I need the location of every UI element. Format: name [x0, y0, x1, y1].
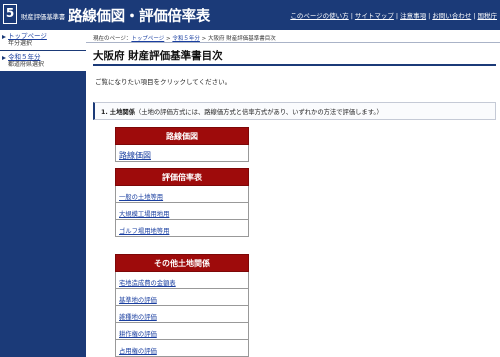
table-header: 評価倍率表	[115, 168, 249, 186]
section-heading-box: 1. 土地関係（土地の評価方式には、路線価方式と倍率方式があり、いずれかの方法で…	[93, 102, 496, 120]
logo-subtitle: 財産評価基準書	[21, 13, 66, 21]
sidebar-item-sub: 都道府県選択	[8, 61, 45, 68]
sidebar: トップページ 年分選択 令和５年分 都道府県選択	[0, 30, 86, 357]
nav-link-notes[interactable]: 注意事項	[400, 12, 426, 20]
section-number: 1.	[101, 109, 108, 116]
bairitsu-table: 評価倍率表 一般の土地等用 大規模工場用地用 ゴルフ場用地等用	[115, 168, 249, 237]
other-land-table: その他土地関係 宅地造成費の金額表 基準地の評価 雑種地の評価 耕作権の評価 占…	[115, 254, 249, 357]
nav-link-nta[interactable]: 国税庁	[478, 12, 498, 20]
bairitsu-general-link[interactable]: 一般の土地等用	[119, 194, 163, 201]
table-row: 耕作権の評価	[115, 323, 249, 340]
table-row: 雑種地の評価	[115, 306, 249, 323]
table-row: 一般の土地等用	[115, 186, 249, 203]
nav-link-contact[interactable]: お問い合わせ	[432, 12, 471, 20]
section-note: （土地の評価方式には、路線価方式と倍率方式があり、いずれかの方法で評価します。）	[134, 109, 383, 116]
bairitsu-golf-link[interactable]: ゴルフ場用地等用	[119, 228, 169, 235]
other-link-zousei[interactable]: 宅地造成費の金額表	[119, 280, 176, 287]
table-row: 宅地造成費の金額表	[115, 272, 249, 289]
rosenka-table: 路線価図 路線価図	[115, 127, 249, 162]
nav-link-sitemap[interactable]: サイトマップ	[355, 12, 394, 20]
table-row: 大規模工場用地用	[115, 203, 249, 220]
site-title[interactable]: 路線価図・評価倍率表	[68, 5, 210, 26]
nav-link-how-to-use[interactable]: このページの使い方	[290, 12, 348, 20]
sidebar-item-label[interactable]: トップページ	[8, 32, 84, 40]
title-divider	[93, 64, 496, 66]
other-link-zasshuchi[interactable]: 雑種地の評価	[119, 314, 157, 321]
bairitsu-factory-link[interactable]: 大規模工場用地用	[119, 211, 169, 218]
sidebar-item-top[interactable]: トップページ 年分選択	[0, 30, 86, 51]
other-link-senyouken[interactable]: 占用権の評価	[119, 348, 157, 355]
table-row: 占用権の評価	[115, 340, 249, 357]
header-nav: このページの使い方 | サイトマップ | 注意事項 | お問い合わせ | 国税庁	[290, 12, 498, 20]
sidebar-item-sub: 年分選択	[8, 40, 33, 47]
sidebar-item-year[interactable]: 令和５年分 都道府県選択	[0, 51, 86, 72]
rosenka-map-link[interactable]: 路線価図	[119, 151, 151, 160]
section-title: 土地関係	[109, 109, 135, 116]
main-content: 現在のページ：トップページ > 令和５年分 > 大阪府 財産評価基準書目次 大阪…	[86, 30, 500, 357]
page-title: 大阪府 財産評価基準書目次	[93, 50, 223, 62]
table-row: 基準地の評価	[115, 289, 249, 306]
breadcrumb: 現在のページ：トップページ > 令和５年分 > 大阪府 財産評価基準書目次	[93, 36, 276, 42]
table-row: 路線価図	[115, 145, 249, 162]
breadcrumb-divider	[86, 42, 500, 43]
intro-text: ご覧になりたい項目をクリックしてください。	[95, 78, 232, 86]
table-header: 路線価図	[115, 127, 249, 145]
section-heading: 1. 土地関係（土地の評価方式には、路線価方式と倍率方式があり、いずれかの方法で…	[101, 107, 383, 116]
sidebar-item-label[interactable]: 令和５年分	[8, 53, 84, 61]
logo-number-badge: 5	[3, 4, 17, 24]
site-header: 5 財産評価基準書 路線価図・評価倍率表 このページの使い方 | サイトマップ | 注意…	[0, 0, 500, 30]
other-link-kijunchi[interactable]: 基準地の評価	[119, 297, 157, 304]
table-header: その他土地関係	[115, 254, 249, 272]
table-row: ゴルフ場用地等用	[115, 220, 249, 237]
other-link-kousakuken[interactable]: 耕作権の評価	[119, 331, 157, 338]
